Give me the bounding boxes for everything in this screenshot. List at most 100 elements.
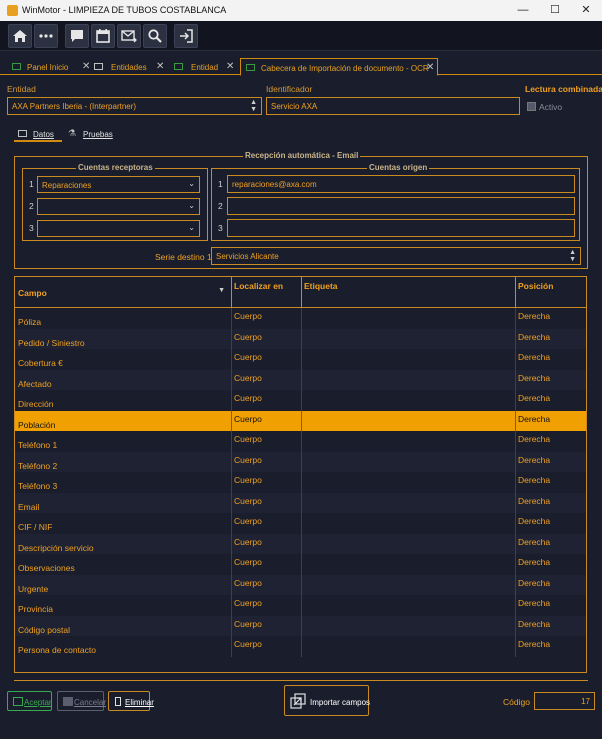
table-row[interactable]: Observaciones Cuerpo Derecha <box>15 554 586 575</box>
table-row[interactable]: Código postal Cuerpo Derecha <box>15 615 586 637</box>
cell-localizar[interactable]: Cuerpo <box>231 349 265 370</box>
table-row[interactable]: Teléfono 3 Cuerpo Derecha <box>15 472 586 493</box>
cuenta-receptora-1-select[interactable]: Reparaciones ⌄ <box>37 176 200 193</box>
table-row[interactable]: Urgente Cuerpo Derecha <box>15 574 586 596</box>
chat-icon <box>71 30 83 42</box>
tab-label: Entidad <box>191 63 219 72</box>
minimize-button[interactable]: — <box>509 2 537 18</box>
cell-localizar[interactable]: Cuerpo <box>231 452 265 473</box>
column-header-posicion[interactable]: Posición <box>515 277 586 308</box>
cell-posicion[interactable]: Derecha <box>515 370 553 391</box>
column-header-etiqueta[interactable]: Etiqueta <box>301 277 516 308</box>
codigo-field[interactable]: 17 <box>534 692 595 710</box>
cell-localizar[interactable]: Cuerpo <box>231 595 265 616</box>
importar-campos-button[interactable]: Importar campos <box>284 685 370 716</box>
sort-arrow-icon[interactable]: ▼ <box>218 287 225 294</box>
identificador-field[interactable]: Servicio AXA <box>266 97 520 115</box>
column-header-localizar[interactable]: Localizar en <box>231 277 302 308</box>
tab-panel-inicio[interactable]: Panel Inicio ✕ <box>6 59 92 75</box>
aceptar-button[interactable]: Aceptar <box>7 691 52 711</box>
cuenta-receptora-2-select[interactable]: ⌄ <box>37 198 200 215</box>
maximize-button[interactable]: ☐ <box>541 2 569 18</box>
messages-button[interactable] <box>65 24 89 48</box>
cell-campo[interactable]: Persona de contacto <box>15 642 99 663</box>
cell-localizar[interactable]: Cuerpo <box>231 513 265 534</box>
serie-destino-field[interactable]: Servicios Alicante ▲ ▼ <box>211 247 581 265</box>
table-row[interactable]: Email Cuerpo Derecha <box>15 492 586 514</box>
close-window-button[interactable]: ✕ <box>572 2 600 18</box>
cell-localizar[interactable]: Cuerpo <box>231 616 265 637</box>
column-divider <box>301 595 302 616</box>
cell-posicion[interactable]: Derecha <box>515 636 553 657</box>
chevron-down-icon: ⌄ <box>188 201 195 210</box>
exit-button[interactable] <box>174 24 198 48</box>
cuenta-receptora-3-select[interactable]: ⌄ <box>37 220 200 237</box>
table-row[interactable]: CIF / NIF Cuerpo Derecha <box>15 513 586 534</box>
subtab-datos[interactable]: Datos <box>14 127 62 142</box>
cell-localizar[interactable]: Cuerpo <box>231 472 265 493</box>
cuenta-origen-3-input[interactable] <box>227 219 575 237</box>
tab-cabecera-ocr[interactable]: Cabecera de Importación de documento - O… <box>240 58 438 76</box>
tab-label: Panel Inicio <box>27 63 69 72</box>
table-row[interactable]: Cobertura € Cuerpo Derecha <box>15 349 586 370</box>
cuenta-origen-1-input[interactable]: reparaciones@axa.com <box>227 175 575 193</box>
tab-close-icon[interactable]: ✕ <box>156 61 164 72</box>
tab-close-icon[interactable]: ✕ <box>426 62 434 73</box>
cell-posicion[interactable]: Derecha <box>515 575 553 596</box>
tab-close-icon[interactable]: ✕ <box>226 61 234 72</box>
home-button[interactable] <box>8 24 32 48</box>
column-header-campo[interactable]: Campo ▼ <box>15 277 232 308</box>
cell-posicion[interactable]: Derecha <box>515 329 553 350</box>
mail-button[interactable] <box>117 24 141 48</box>
table-row[interactable]: Dirección Cuerpo Derecha <box>15 390 586 411</box>
entidad-field[interactable]: AXA Partners Iberia - (Interpartner) ▲ ▼ <box>7 97 262 115</box>
cell-posicion[interactable]: Derecha <box>515 616 553 637</box>
cell-localizar[interactable]: Cuerpo <box>231 493 265 514</box>
cell-localizar[interactable]: Cuerpo <box>231 534 265 555</box>
cell-localizar[interactable]: Cuerpo <box>231 390 265 411</box>
cell-localizar[interactable]: Cuerpo <box>231 431 265 452</box>
button-label: Aceptar <box>24 698 52 707</box>
activo-checkbox[interactable] <box>527 102 536 111</box>
table-row[interactable]: Teléfono 2 Cuerpo Derecha <box>15 451 586 473</box>
cell-posicion[interactable]: Derecha <box>515 493 553 514</box>
cell-posicion[interactable]: Derecha <box>515 431 553 452</box>
column-divider <box>515 451 516 472</box>
cell-localizar[interactable]: Cuerpo <box>231 636 265 657</box>
cell-posicion[interactable]: Derecha <box>515 554 553 575</box>
cell-posicion[interactable]: Derecha <box>515 411 553 432</box>
subtab-pruebas[interactable]: ⚗ Pruebas <box>66 127 116 142</box>
more-button[interactable] <box>34 24 58 48</box>
calendar-button[interactable] <box>91 24 115 48</box>
eliminar-button[interactable]: Eliminar <box>108 691 154 711</box>
cell-posicion[interactable]: Derecha <box>515 390 553 411</box>
cell-posicion[interactable]: Derecha <box>515 595 553 616</box>
tab-entidad[interactable]: Entidad ✕ <box>170 59 240 75</box>
table-row[interactable]: Descripción servicio Cuerpo Derecha <box>15 533 586 555</box>
spinner-icon[interactable]: ▲ ▼ <box>569 249 576 263</box>
cell-localizar[interactable]: Cuerpo <box>231 329 265 350</box>
cell-posicion[interactable]: Derecha <box>515 349 553 370</box>
table-row[interactable]: Teléfono 1 Cuerpo Derecha <box>15 431 586 452</box>
cell-localizar[interactable]: Cuerpo <box>231 575 265 596</box>
cell-localizar[interactable]: Cuerpo <box>231 554 265 575</box>
table-row[interactable]: Persona de contacto Cuerpo Derecha <box>15 636 586 657</box>
spinner-icon[interactable]: ▲ ▼ <box>250 99 257 113</box>
table-row[interactable]: Póliza Cuerpo Derecha <box>15 308 586 329</box>
cell-posicion[interactable]: Derecha <box>515 308 553 329</box>
cell-posicion[interactable]: Derecha <box>515 513 553 534</box>
cell-posicion[interactable]: Derecha <box>515 534 553 555</box>
tab-entidades[interactable]: Entidades ✕ <box>90 59 170 75</box>
table-row[interactable]: Provincia Cuerpo Derecha <box>15 595 586 616</box>
cell-localizar[interactable]: Cuerpo <box>231 370 265 391</box>
cuenta-origen-2-input[interactable] <box>227 197 575 215</box>
cell-localizar[interactable]: Cuerpo <box>231 411 265 432</box>
cell-localizar[interactable]: Cuerpo <box>231 308 265 329</box>
cell-posicion[interactable]: Derecha <box>515 452 553 473</box>
cell-posicion[interactable]: Derecha <box>515 472 553 493</box>
search-button[interactable] <box>143 24 167 48</box>
table-row[interactable]: Pedido / Siniestro Cuerpo Derecha <box>15 328 586 350</box>
cancelar-button[interactable]: Cancelar <box>57 691 106 711</box>
table-row[interactable]: Afectado Cuerpo Derecha <box>15 369 586 391</box>
table-row[interactable]: Población Cuerpo Derecha <box>15 410 586 432</box>
